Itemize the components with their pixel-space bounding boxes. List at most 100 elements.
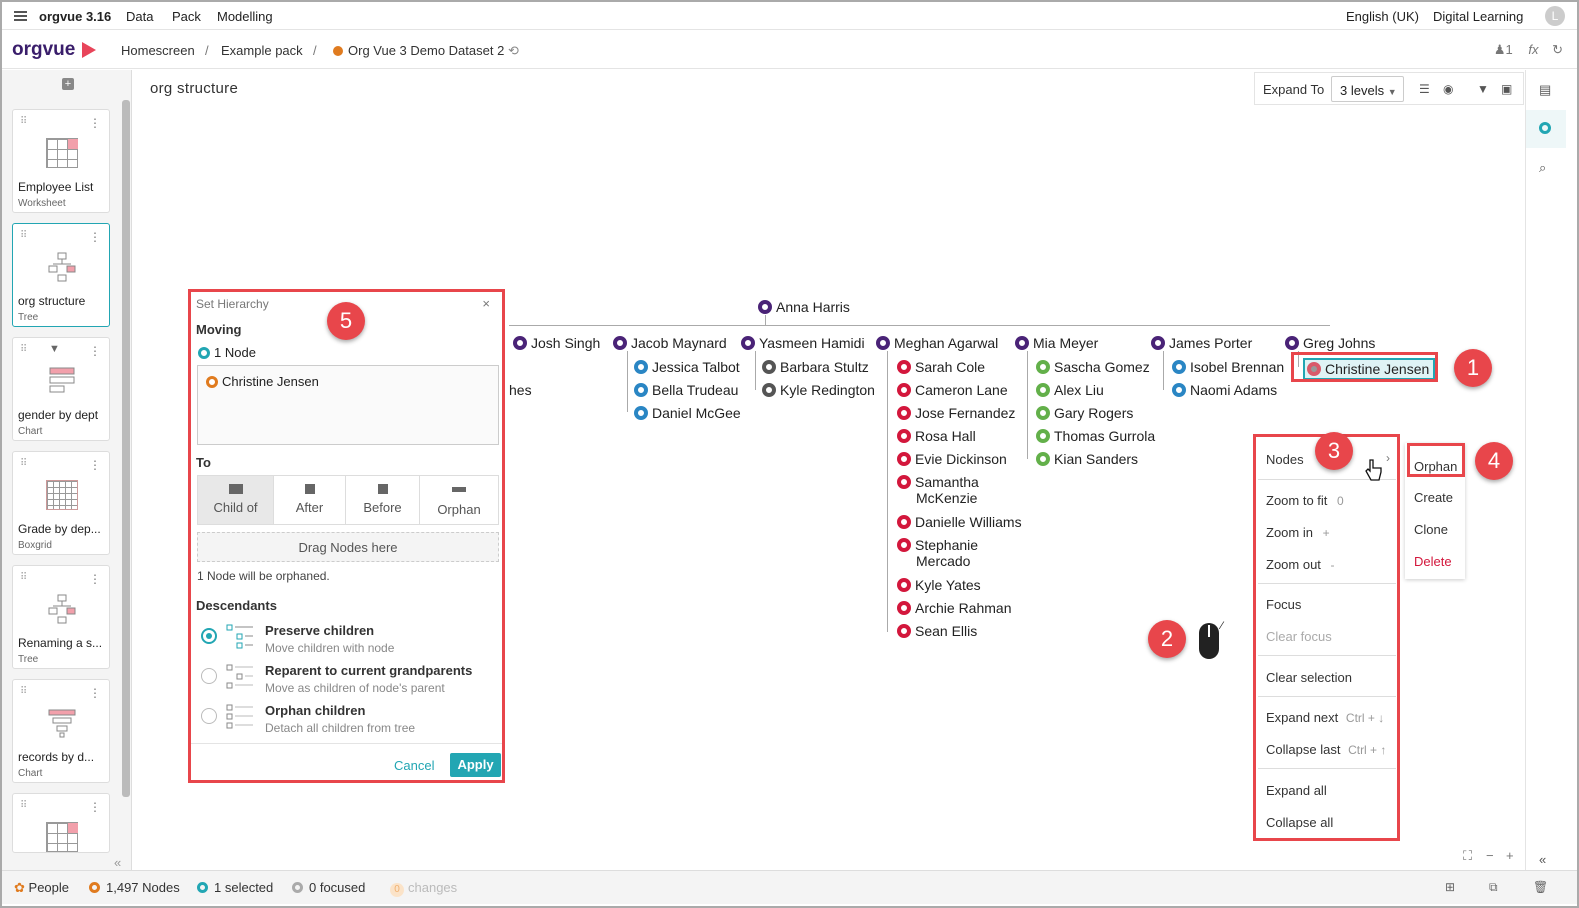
view-card-renaming[interactable]: ⠿ ⋮ Renaming a s... Tree bbox=[12, 565, 110, 669]
add-view-icon[interactable]: + bbox=[62, 78, 74, 90]
drag-handle-icon[interactable]: ⠿ bbox=[20, 458, 27, 469]
zoom-in-icon[interactable]: + bbox=[1506, 848, 1514, 863]
tree-node[interactable]: Rosa Hall bbox=[897, 428, 976, 444]
view-card-gender-by-dept[interactable]: ⠿ ▼ ⋮ gender by dept Chart bbox=[12, 337, 110, 441]
radio-orphan-children[interactable] bbox=[201, 708, 217, 724]
language-selector[interactable]: English (UK) bbox=[1346, 9, 1419, 24]
card-menu-icon[interactable]: ⋮ bbox=[89, 344, 101, 358]
copy-icon[interactable]: ⧉ bbox=[1489, 880, 1498, 895]
breadcrumb-example-pack[interactable]: Example pack bbox=[221, 43, 303, 58]
tree-node[interactable]: Mia Meyer bbox=[1015, 335, 1098, 351]
focused-count-status[interactable]: 0 focused bbox=[292, 880, 365, 895]
list-icon[interactable]: ☰ bbox=[1419, 82, 1430, 96]
tree-node[interactable]: Sarah Cole bbox=[897, 359, 985, 375]
tree-node[interactable]: Stephanie Mercado bbox=[897, 537, 978, 569]
user-count-icon[interactable]: ♟1 bbox=[1494, 42, 1513, 57]
submenu-create[interactable]: Create bbox=[1414, 490, 1453, 505]
view-card-org-structure[interactable]: ⠿ ⋮ org structure Tree bbox=[12, 223, 110, 327]
trash-icon[interactable]: 🗑 bbox=[1533, 880, 1548, 894]
tree-node[interactable]: Josh Singh bbox=[513, 335, 600, 351]
menu-item-collapse-all[interactable]: Collapse all bbox=[1266, 815, 1333, 830]
sync-icon[interactable]: ↻ bbox=[1552, 42, 1563, 57]
card-menu-icon[interactable]: ⋮ bbox=[89, 572, 101, 586]
option-preserve-children[interactable]: Preserve children Move children with nod… bbox=[201, 623, 501, 659]
menu-item-zoom-in[interactable]: Zoom in + bbox=[1266, 525, 1330, 540]
search-icon[interactable]: ⌕ bbox=[1539, 160, 1546, 176]
drag-handle-icon[interactable]: ⠿ bbox=[20, 800, 27, 811]
tree-node[interactable]: Samantha McKenzie bbox=[897, 474, 979, 506]
tree-node[interactable]: Greg Johns bbox=[1285, 335, 1375, 351]
node-panel-icon[interactable] bbox=[1539, 122, 1551, 137]
tree-node[interactable]: Thomas Gurrola bbox=[1036, 428, 1155, 444]
tree-node[interactable]: Meghan Agarwal bbox=[876, 335, 998, 351]
tree-node[interactable]: Evie Dickinson bbox=[897, 451, 1007, 467]
hamburger-icon[interactable] bbox=[14, 11, 27, 21]
collapse-panel-icon[interactable]: « bbox=[1539, 852, 1546, 867]
menu-item-nodes[interactable]: Nodes bbox=[1266, 452, 1304, 467]
drag-handle-icon[interactable]: ⠿ bbox=[20, 116, 27, 127]
tree-node[interactable]: Kyle Redington bbox=[762, 382, 875, 398]
tree-node[interactable]: Kyle Yates bbox=[897, 577, 981, 593]
tree-node[interactable]: Daniel McGee bbox=[634, 405, 741, 421]
tree-node[interactable]: Jessica Talbot bbox=[634, 359, 740, 375]
tree-node[interactable]: Jose Fernandez bbox=[897, 405, 1015, 421]
tree-node[interactable]: Bella Trudeau bbox=[634, 382, 738, 398]
menu-item-clear-selection[interactable]: Clear selection bbox=[1266, 670, 1352, 685]
apply-button[interactable]: Apply bbox=[450, 753, 501, 777]
panel-icon[interactable]: ▤ bbox=[1539, 82, 1551, 98]
tree-node[interactable]: Alex Liu bbox=[1036, 382, 1104, 398]
breadcrumb-dataset[interactable]: Org Vue 3 Demo Dataset 2 ⟲ bbox=[333, 43, 519, 59]
submenu-delete[interactable]: Delete bbox=[1414, 554, 1452, 569]
option-reparent[interactable]: Reparent to current grandparents Move as… bbox=[201, 663, 501, 699]
drag-handle-icon[interactable]: ⠿ bbox=[20, 572, 27, 583]
view-card-partial[interactable]: ⠿ ⋮ bbox=[12, 793, 110, 853]
filter-icon[interactable]: ▼ bbox=[1477, 82, 1489, 96]
card-menu-icon[interactable]: ⋮ bbox=[89, 800, 101, 814]
before-button[interactable]: Before bbox=[346, 476, 420, 524]
drag-handle-icon[interactable]: ⠿ bbox=[20, 686, 27, 697]
tree-node[interactable]: Danielle Williams bbox=[897, 514, 1022, 530]
radio-preserve-children[interactable] bbox=[201, 628, 217, 644]
menu-item-collapse-last[interactable]: Collapse last Ctrl + ↑ bbox=[1266, 742, 1386, 757]
tree-node[interactable]: Yasmeen Hamidi bbox=[741, 335, 865, 351]
palette-icon[interactable]: ◉ bbox=[1443, 82, 1453, 96]
menu-item-expand-all[interactable]: Expand all bbox=[1266, 783, 1327, 798]
moving-node-item[interactable]: Christine Jensen bbox=[206, 374, 319, 389]
comment-icon[interactable]: ▣ bbox=[1501, 82, 1512, 96]
expand-levels-select[interactable]: 3 levels ▼ bbox=[1331, 76, 1404, 102]
tree-node[interactable]: Naomi Adams bbox=[1172, 382, 1277, 398]
menu-item-clear-focus[interactable]: Clear focus bbox=[1266, 629, 1332, 644]
menu-item-expand-next[interactable]: Expand next Ctrl + ↓ bbox=[1266, 710, 1384, 725]
option-orphan-children[interactable]: Orphan children Detach all children from… bbox=[201, 703, 501, 739]
submenu-clone[interactable]: Clone bbox=[1414, 522, 1448, 537]
menu-item-focus[interactable]: Focus bbox=[1266, 597, 1301, 612]
menu-modelling[interactable]: Modelling bbox=[217, 9, 273, 24]
formula-icon[interactable]: fx bbox=[1528, 42, 1538, 57]
menu-item-zoom-out[interactable]: Zoom out - bbox=[1266, 557, 1335, 572]
breadcrumb-homescreen[interactable]: Homescreen bbox=[121, 43, 195, 58]
digital-learning-link[interactable]: Digital Learning bbox=[1433, 9, 1523, 24]
tree-node-partial[interactable]: hes bbox=[509, 382, 532, 398]
menu-data[interactable]: Data bbox=[126, 9, 153, 24]
after-button[interactable]: After bbox=[274, 476, 346, 524]
avatar[interactable]: L bbox=[1545, 6, 1565, 26]
orgvue-logo[interactable]: orgvue bbox=[12, 39, 75, 61]
tree-node[interactable]: Sascha Gomez bbox=[1036, 359, 1150, 375]
tree-node[interactable]: Anna Harris bbox=[758, 299, 850, 315]
menu-item-zoom-to-fit[interactable]: Zoom to fit 0 bbox=[1266, 493, 1344, 508]
child-of-button[interactable]: Child of bbox=[198, 476, 274, 524]
card-menu-icon[interactable]: ⋮ bbox=[89, 116, 101, 130]
refresh-icon[interactable]: ⟲ bbox=[508, 43, 519, 58]
close-icon[interactable]: × bbox=[482, 296, 490, 311]
people-dataset[interactable]: ✿ People bbox=[14, 880, 69, 896]
tree-node[interactable]: Barbara Stultz bbox=[762, 359, 869, 375]
drag-handle-icon[interactable]: ⠿ bbox=[20, 230, 27, 241]
drag-nodes-dropzone[interactable]: Drag Nodes here bbox=[197, 532, 499, 562]
view-card-grade-by-dept[interactable]: ⠿ ⋮ Grade by dep... Boxgrid bbox=[12, 451, 110, 555]
tree-node[interactable]: Jacob Maynard bbox=[613, 335, 727, 351]
tree-node[interactable]: Gary Rogers bbox=[1036, 405, 1133, 421]
card-menu-icon[interactable]: ⋮ bbox=[89, 458, 101, 472]
tree-node[interactable]: James Porter bbox=[1151, 335, 1252, 351]
fit-screen-icon[interactable]: ⛶ bbox=[1463, 848, 1472, 864]
menu-pack[interactable]: Pack bbox=[172, 9, 201, 24]
